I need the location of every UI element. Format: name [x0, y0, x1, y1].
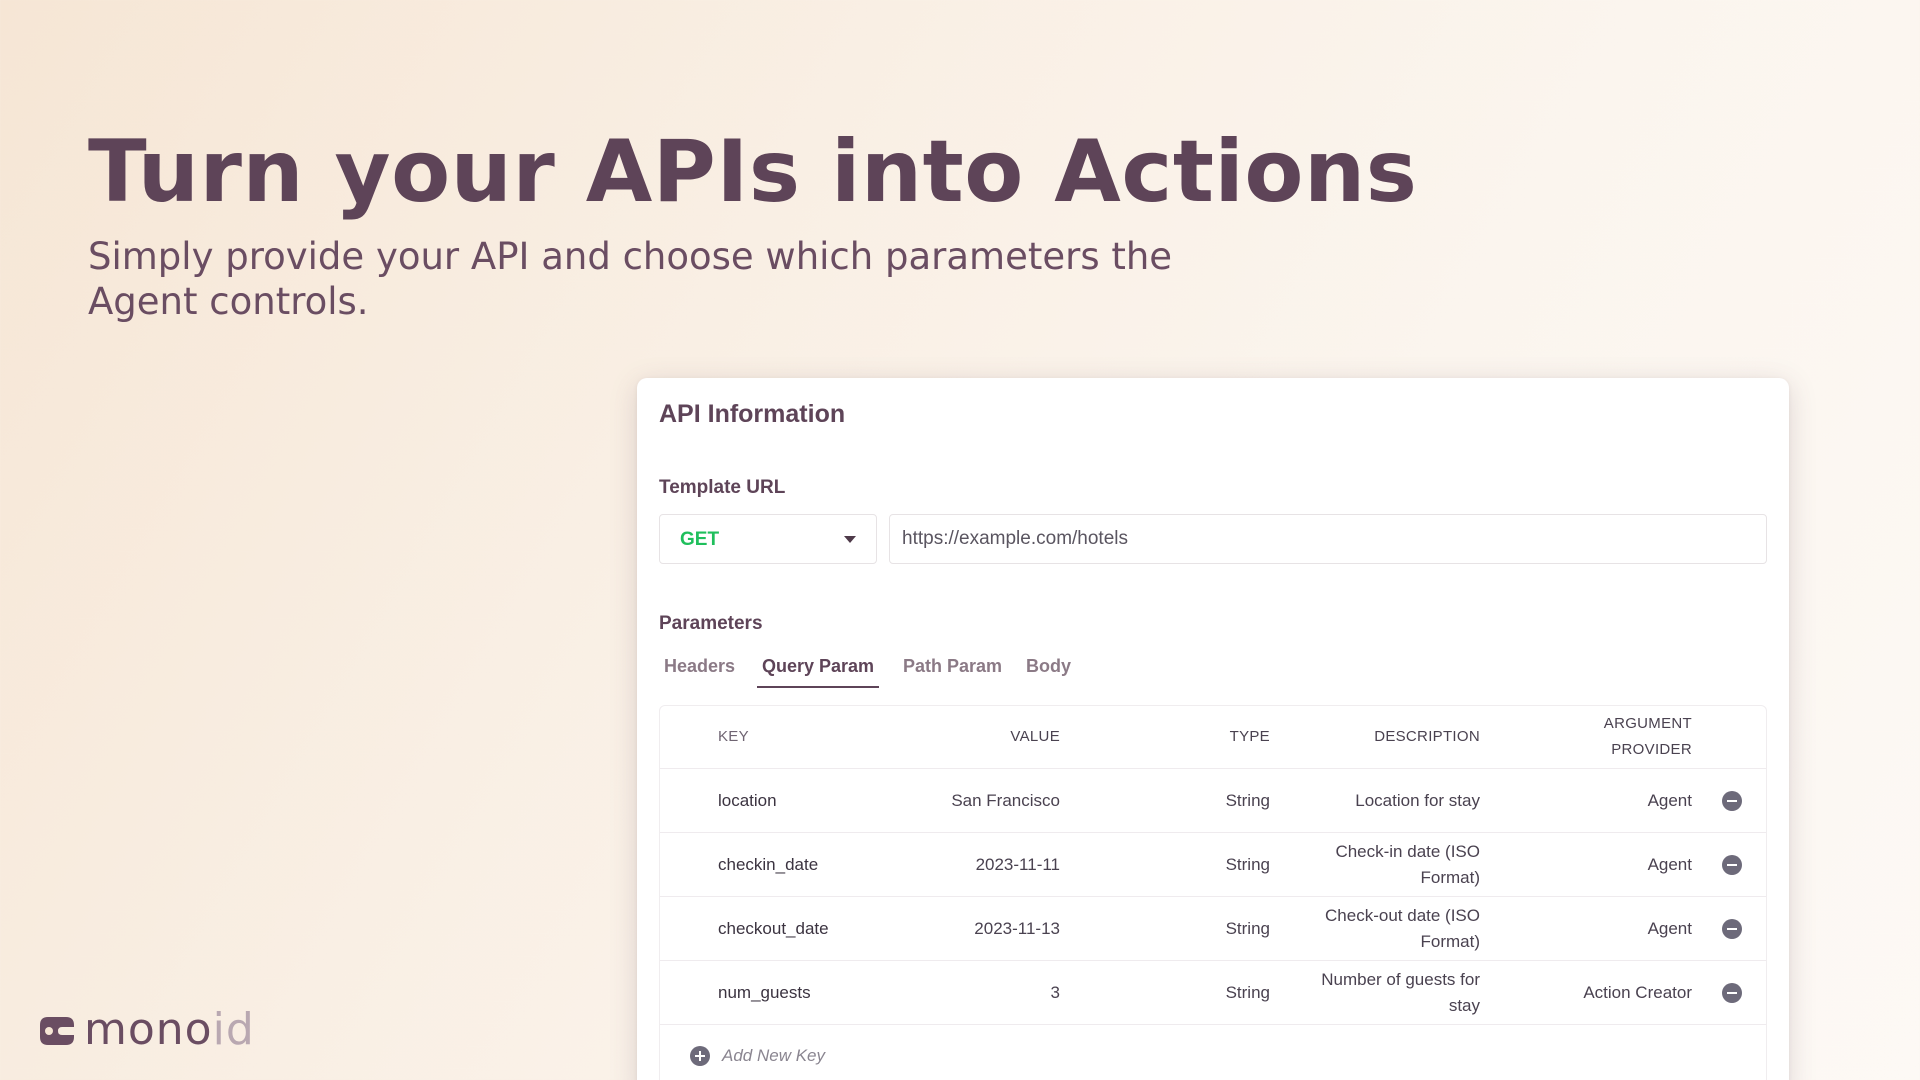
hero-title: Turn your APIs into Actions [88, 122, 1418, 222]
table-header: KEY VALUE TYPE DESCRIPTION ARGUMENT PROV… [660, 706, 1766, 769]
table-row: location San Francisco String Location f… [660, 769, 1766, 833]
template-url-label: Template URL [659, 477, 786, 498]
table-row: num_guests 3 String Number of guests for… [660, 961, 1766, 1025]
param-key: checkin_date [718, 854, 819, 874]
minus-circle-icon[interactable] [1722, 790, 1742, 811]
logo-wordmark: monoid [84, 1008, 255, 1052]
http-method-value: GET [680, 529, 720, 550]
param-argument-provider[interactable]: Agent [1520, 833, 1692, 896]
tab-body[interactable]: Body [1021, 650, 1076, 686]
add-new-key-button[interactable]: Add New Key [690, 1025, 825, 1080]
column-header-value: VALUE [1010, 728, 1060, 745]
remove-param-button[interactable] [1720, 833, 1744, 896]
param-argument-provider[interactable]: Action Creator [1520, 961, 1692, 1024]
add-key-row: Add New Key [660, 1025, 1766, 1080]
remove-param-button[interactable] [1720, 897, 1744, 960]
template-url-input[interactable] [889, 514, 1767, 564]
api-information-card: API Information Template URL GET Paramet… [637, 378, 1789, 1080]
param-value: 3 [1050, 982, 1060, 1002]
minus-circle-icon[interactable] [1722, 982, 1742, 1003]
param-value: 2023-11-11 [975, 854, 1060, 874]
param-description: Location for stay [1355, 790, 1480, 810]
param-argument-provider[interactable]: Agent [1520, 769, 1692, 832]
logo-wordmark-light: id [212, 1004, 255, 1055]
plus-circle-icon [690, 1046, 710, 1066]
monoid-logo: monoid [36, 1008, 255, 1052]
remove-param-button[interactable] [1720, 769, 1744, 832]
add-new-key-label: Add New Key [722, 1046, 825, 1065]
card-title: API Information [659, 400, 846, 428]
column-header-description: DESCRIPTION [1374, 728, 1480, 745]
table-row: checkin_date 2023-11-11 String Check-in … [660, 833, 1766, 897]
param-value: 2023-11-13 [974, 918, 1060, 938]
chevron-down-icon [844, 536, 856, 543]
param-value: San Francisco [951, 790, 1060, 810]
param-description: Check-in date (ISO Format) [1335, 841, 1480, 887]
logo-wordmark-main: mono [84, 1004, 213, 1055]
param-description: Check-out date (ISO Format) [1325, 905, 1480, 951]
column-header-argument-provider: ARGUMENT PROVIDER [1603, 715, 1692, 758]
param-type: String [1225, 982, 1270, 1002]
monoid-logo-icon [40, 1017, 74, 1045]
param-type: String [1225, 790, 1270, 810]
minus-circle-icon[interactable] [1722, 854, 1742, 875]
parameters-table: KEY VALUE TYPE DESCRIPTION ARGUMENT PROV… [659, 705, 1767, 1080]
column-header-key: KEY [718, 728, 749, 745]
param-argument-provider[interactable]: Agent [1520, 897, 1692, 960]
param-type: String [1225, 918, 1270, 938]
param-type: String [1225, 854, 1270, 874]
param-description: Number of guests for stay [1321, 969, 1480, 1015]
table-row: checkout_date 2023-11-13 String Check-ou… [660, 897, 1766, 961]
http-method-select[interactable]: GET [659, 514, 877, 564]
param-key: checkout_date [718, 918, 829, 938]
column-header-type: TYPE [1229, 728, 1270, 745]
hero-subtitle: Simply provide your API and choose which… [88, 235, 1173, 323]
remove-param-button[interactable] [1720, 961, 1744, 1024]
param-key: num_guests [718, 982, 811, 1002]
parameters-label: Parameters [659, 613, 763, 634]
minus-circle-icon[interactable] [1722, 918, 1742, 939]
tab-headers[interactable]: Headers [659, 650, 740, 686]
tab-query-param[interactable]: Query Param [757, 650, 880, 688]
param-key: location [718, 790, 777, 810]
tab-path-param[interactable]: Path Param [898, 650, 1007, 686]
